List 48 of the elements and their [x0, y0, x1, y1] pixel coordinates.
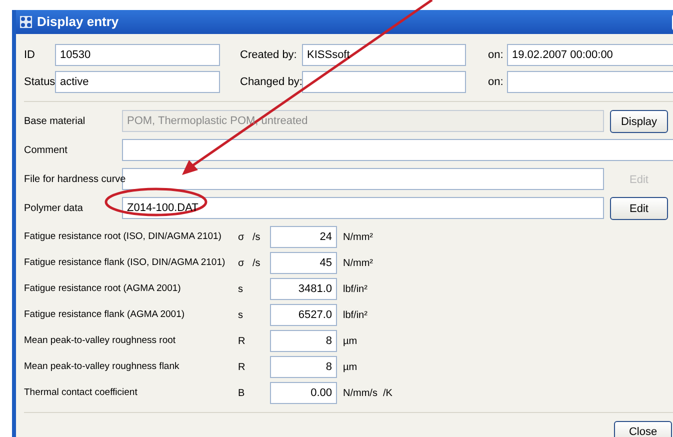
property-label: Fatigue resistance root (ISO, DIN/AGMA 2101) [24, 230, 222, 244]
text-field[interactable] [302, 71, 466, 93]
property-symbol: R [238, 360, 246, 374]
text-field[interactable]: 19.02.2007 00:00:00 [507, 44, 673, 66]
unit-label: µm [343, 360, 358, 374]
property-symbol: R [238, 334, 246, 348]
field-label: Changed by: [240, 74, 302, 90]
property-label: Fatigue resistance flank (AGMA 2001) [24, 308, 186, 322]
push-button[interactable]: Edit [610, 197, 668, 220]
unit-label: N/mm² [343, 256, 373, 270]
property-symbol: σ /s [238, 230, 262, 244]
text-field[interactable]: active [55, 71, 220, 93]
window-title: Display entry [37, 13, 119, 32]
number-field[interactable]: 6527.0 [270, 304, 337, 326]
number-field[interactable]: 8 [270, 330, 337, 352]
text-field[interactable]: KISSsoft [302, 44, 466, 66]
text-field[interactable]: Z014-100.DAT [122, 197, 604, 219]
property-label: Mean peak-to-valley roughness flank [24, 360, 180, 374]
unit-label: N/mm/s /K [343, 386, 392, 400]
text-field[interactable] [507, 71, 673, 93]
number-field[interactable]: 24 [270, 226, 337, 248]
property-label: Thermal contact coefficient [24, 386, 138, 400]
unit-label: N/mm² [343, 230, 373, 244]
property-label: Mean peak-to-valley roughness root [24, 334, 177, 348]
property-symbol: σ /s [238, 256, 262, 270]
field-label: Polymer data [24, 202, 84, 216]
number-field[interactable]: 8 [270, 356, 337, 378]
text-field[interactable]: 10530 [55, 44, 220, 66]
property-symbol: s [238, 308, 244, 322]
field-label: ID [24, 48, 36, 63]
unit-label: lbf/in² [343, 308, 368, 322]
number-field[interactable]: 0.00 [270, 382, 337, 404]
field-label: Status [24, 74, 55, 90]
field-label: on: [488, 74, 504, 90]
property-label: Fatigue resistance root (AGMA 2001) [24, 282, 182, 296]
field-label: Created by: [240, 48, 298, 63]
property-label: Fatigue resistance flank (ISO, DIN/AGMA 2101) [24, 256, 226, 270]
text-field[interactable] [122, 139, 673, 161]
push-button[interactable]: Close [614, 421, 672, 437]
property-symbol: s [238, 282, 244, 296]
field-label: on: [488, 48, 504, 63]
number-field[interactable]: 45 [270, 252, 337, 274]
unit-label: µm [343, 334, 358, 348]
number-field[interactable]: 3481.0 [270, 278, 337, 300]
property-symbol: B [238, 386, 246, 400]
unit-label: lbf/in² [343, 282, 368, 296]
field-label: Comment [24, 144, 68, 158]
field-label: Base material [24, 114, 86, 128]
